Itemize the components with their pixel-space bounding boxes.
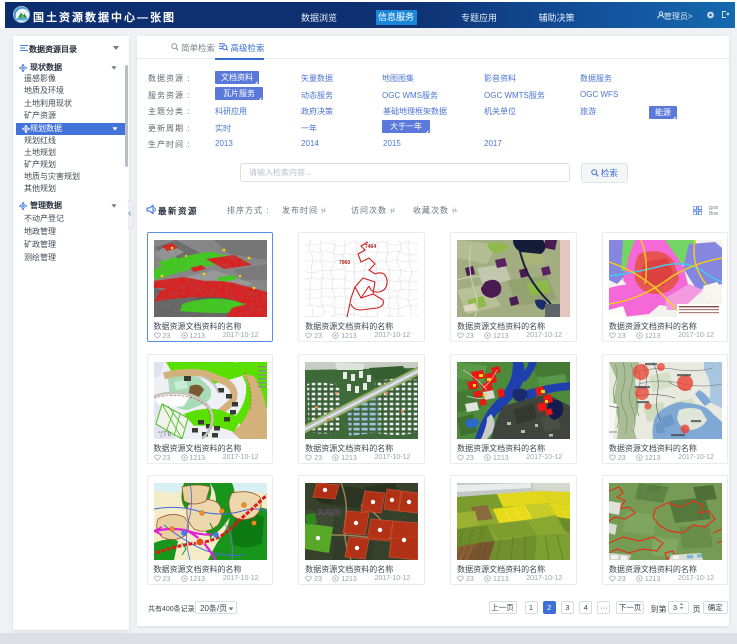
svg-text:7464: 7464 [365,244,376,250]
svg-text:JU8(8): JU8(8) [317,508,341,517]
svg-text:7060: 7060 [339,260,350,266]
svg-text:''¦'T'b: ''¦'T'b [158,432,172,438]
